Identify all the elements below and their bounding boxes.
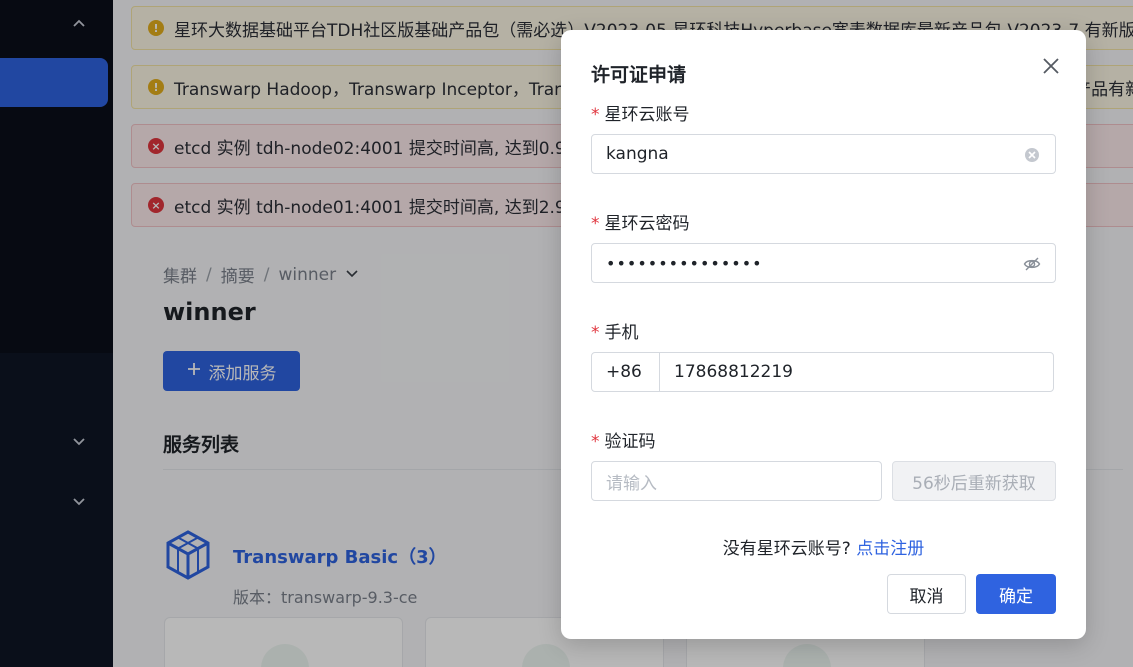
register-prompt: 没有星环云账号? 点击注册 xyxy=(561,534,1086,559)
clear-icon[interactable] xyxy=(1023,146,1041,164)
modal-title: 许可证申请 xyxy=(591,64,687,86)
account-input[interactable]: kangna xyxy=(591,134,1056,174)
required-mark: * xyxy=(591,105,600,125)
account-value: kangna xyxy=(606,144,669,164)
cancel-button[interactable]: 取消 xyxy=(887,574,966,614)
account-label: * 星环云账号 xyxy=(591,100,690,125)
required-mark: * xyxy=(591,432,600,452)
verification-code-input[interactable]: 请输入 xyxy=(591,461,882,501)
country-code-select[interactable]: +86 xyxy=(592,353,660,391)
password-label: * 星环云密码 xyxy=(591,209,690,234)
resend-code-button[interactable]: 56秒后重新获取 xyxy=(892,461,1056,501)
close-icon[interactable] xyxy=(1041,56,1061,76)
eye-off-icon[interactable] xyxy=(1023,255,1041,273)
password-label-text: 星环云密码 xyxy=(604,214,690,234)
phone-label-text: 手机 xyxy=(604,323,639,343)
required-mark: * xyxy=(591,323,600,343)
account-label-text: 星环云账号 xyxy=(604,105,690,125)
register-link[interactable]: 点击注册 xyxy=(856,539,924,559)
code-label: * 验证码 xyxy=(591,427,656,452)
license-request-modal: 许可证申请 * 星环云账号 kangna * 星环云密码 •••••••••••••… xyxy=(561,30,1086,639)
no-account-text: 没有星环云账号? xyxy=(722,539,851,559)
code-label-text: 验证码 xyxy=(604,432,656,452)
phone-input-group: +86 17868812219 xyxy=(591,352,1054,392)
required-mark: * xyxy=(591,214,600,234)
password-input[interactable]: ••••••••••••••• xyxy=(591,243,1056,283)
phone-label: * 手机 xyxy=(591,318,639,343)
password-value: ••••••••••••••• xyxy=(606,253,763,273)
phone-input[interactable]: 17868812219 xyxy=(660,353,1053,391)
confirm-button[interactable]: 确定 xyxy=(976,574,1056,614)
